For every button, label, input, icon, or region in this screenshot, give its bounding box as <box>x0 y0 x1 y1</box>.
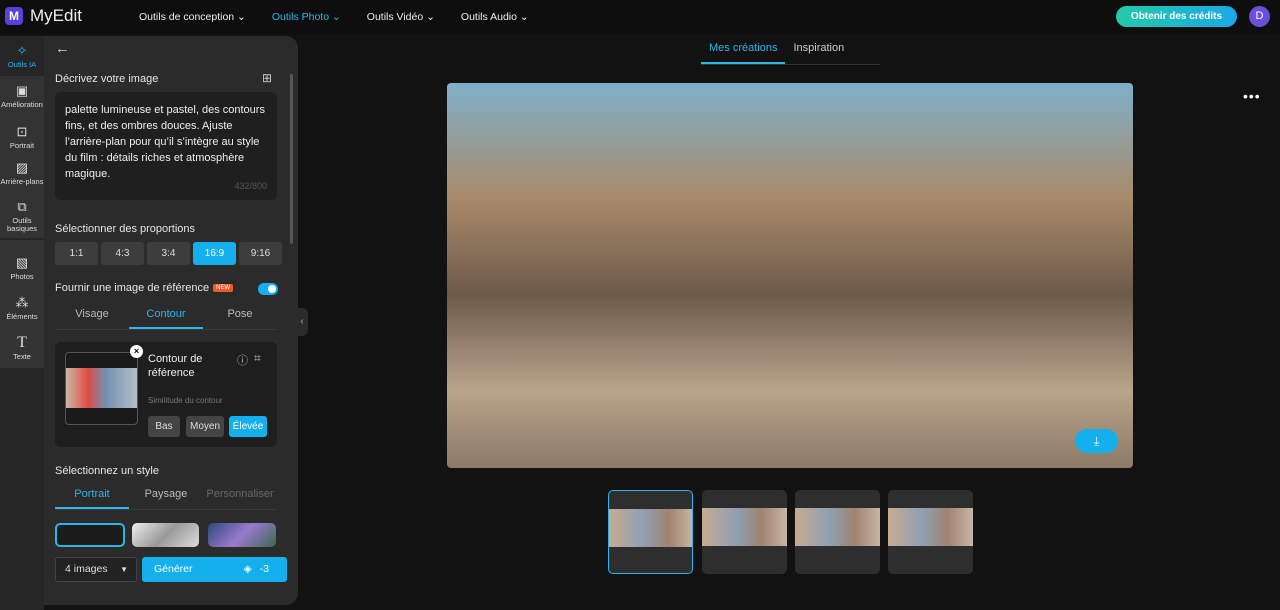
prompt-textarea[interactable]: palette lumineuse et pastel, des contour… <box>55 92 277 200</box>
nav-video-tools[interactable]: Outils Vidéo ⌄ <box>367 11 435 23</box>
tab-style-landscape[interactable]: Paysage <box>129 488 203 509</box>
tab-pose[interactable]: Pose <box>203 308 277 329</box>
image-icon: ▧ <box>15 255 29 270</box>
portrait-icon: ⊡ <box>16 124 28 139</box>
style-label: Sélectionnez un style <box>55 465 159 477</box>
caret-down-icon: ▼ <box>120 565 128 574</box>
rail-photos[interactable]: ▧ Photos <box>0 256 44 281</box>
app-name: MyEdit <box>30 6 82 25</box>
reference-label-text: Fournir une image de référence <box>55 282 210 294</box>
ratio-1-1[interactable]: 1:1 <box>55 242 98 265</box>
new-badge: NEW <box>213 284 234 293</box>
settings-panel: ← Décrivez votre image ⊞ palette lumineu… <box>44 36 298 605</box>
remove-reference-icon[interactable]: × <box>130 345 143 358</box>
main-nav: Outils de conception ⌄ Outils Photo ⌄ Ou… <box>139 11 529 23</box>
describe-label: Décrivez votre image <box>55 73 159 85</box>
reference-title: Contour de référence <box>148 353 203 379</box>
tab-inspiration[interactable]: Inspiration <box>785 42 852 64</box>
result-thumbnail-3[interactable] <box>795 490 880 574</box>
get-credits-button[interactable]: Obtenir des crédits <box>1116 6 1237 27</box>
nav-audio-tools[interactable]: Outils Audio ⌄ <box>461 11 529 23</box>
ratio-options: 1:1 4:3 3:4 16:9 9:16 <box>55 242 282 265</box>
background-icon: ▨ <box>15 160 29 175</box>
rail-portrait[interactable]: ⊡ Portrait <box>0 125 44 150</box>
image-enhance-icon: ▣ <box>15 83 29 98</box>
style-option-none[interactable] <box>55 523 125 547</box>
result-thumbnail-1[interactable] <box>608 490 693 574</box>
image-count-value: 4 images <box>65 563 108 575</box>
tab-contour[interactable]: Contour <box>129 308 203 329</box>
top-bar: M MyEdit Outils de conception ⌄ Outils Ph… <box>0 0 1280 34</box>
generate-label: Générer <box>154 563 193 575</box>
tool-rail: ✧ Outils IA ▣ Amélioration ⊡ Portrait ▨ Arri… <box>0 36 44 610</box>
logo[interactable]: M MyEdit <box>5 6 82 26</box>
image-count-select[interactable]: 4 images ▼ <box>55 557 137 582</box>
credit-cost-value: -3 <box>259 563 269 575</box>
ratio-16-9[interactable]: 16:9 <box>193 242 236 265</box>
reference-image[interactable] <box>65 352 138 425</box>
tab-face[interactable]: Visage <box>55 308 129 329</box>
style-tabs: Portrait Paysage Personnaliser <box>55 488 277 510</box>
magic-wand-icon: ✧ <box>16 43 28 58</box>
download-icon[interactable]: ⤓ <box>1075 429 1118 453</box>
result-thumbnail-4[interactable] <box>888 490 973 574</box>
nav-photo-tools[interactable]: Outils Photo ⌄ <box>272 11 341 23</box>
rail-enhance[interactable]: ▣ Amélioration <box>0 84 44 109</box>
reference-label: Fournir une image de référence NEW <box>55 282 234 294</box>
ratio-9-16[interactable]: 9:16 <box>239 242 282 265</box>
back-arrow-icon[interactable]: ← <box>55 40 70 57</box>
level-low[interactable]: Bas <box>148 416 180 437</box>
text-icon: T <box>17 334 27 351</box>
crop-tools-icon: ⧉ <box>17 199 27 214</box>
main-tabs: Mes créations Inspiration <box>701 42 880 65</box>
reference-toggle[interactable] <box>258 283 278 295</box>
thumbnail-image <box>609 509 692 547</box>
level-high[interactable]: Élevée <box>229 416 267 437</box>
thumbnail-image <box>888 508 973 546</box>
credit-cost: ◈ -3 <box>244 557 269 582</box>
thumbnail-image <box>702 508 787 546</box>
rail-text[interactable]: T Texte <box>0 334 44 361</box>
style-option-anime[interactable] <box>208 523 276 547</box>
ratio-4-3[interactable]: 4:3 <box>101 242 144 265</box>
logo-icon: M <box>5 7 23 25</box>
reference-tabs: Visage Contour Pose <box>55 308 277 330</box>
info-icon[interactable]: ⓘ <box>237 352 248 368</box>
rail-elements[interactable]: ⁂ Éléments <box>0 296 44 321</box>
ratio-3-4[interactable]: 3:4 <box>147 242 190 265</box>
generate-button[interactable]: Générer ◈ -3 <box>142 557 287 582</box>
result-thumbnail-2[interactable] <box>702 490 787 574</box>
crop-icon[interactable]: ⌗ <box>254 351 261 366</box>
rail-backgrounds[interactable]: ▨ Arrière-plans <box>0 161 44 186</box>
ratio-label: Sélectionner des proportions <box>55 223 196 235</box>
credit-icon: ◈ <box>243 563 252 575</box>
collapse-panel-handle[interactable]: ‹ <box>296 308 308 336</box>
nav-design-tools[interactable]: Outils de conception ⌄ <box>139 11 246 23</box>
char-count: 432/800 <box>234 181 267 191</box>
reference-photo <box>66 368 137 408</box>
panel-scrollbar[interactable] <box>290 74 293 244</box>
image-to-prompt-icon[interactable]: ⊞ <box>262 71 272 85</box>
generated-image[interactable] <box>447 83 1133 468</box>
tab-style-portrait[interactable]: Portrait <box>55 488 129 509</box>
more-options-icon[interactable]: ••• <box>1243 88 1261 104</box>
similarity-label: Similitude du contour <box>148 396 223 405</box>
tab-my-creations[interactable]: Mes créations <box>701 42 786 64</box>
thumbnail-image <box>795 508 880 546</box>
style-option-sketch[interactable] <box>132 523 199 547</box>
prompt-text: palette lumineuse et pastel, des contour… <box>65 104 265 180</box>
avatar[interactable]: D <box>1249 6 1270 27</box>
level-medium[interactable]: Moyen <box>186 416 224 437</box>
rail-ai-tools[interactable]: ✧ Outils IA <box>0 44 44 69</box>
shapes-icon: ⁂ <box>15 295 29 310</box>
rail-basic-tools[interactable]: ⧉ Outils basiques <box>0 200 44 233</box>
tab-style-custom[interactable]: Personnaliser <box>203 488 277 509</box>
reference-card: × Contour de référence ⓘ ⌗ Similitude du… <box>55 342 277 447</box>
